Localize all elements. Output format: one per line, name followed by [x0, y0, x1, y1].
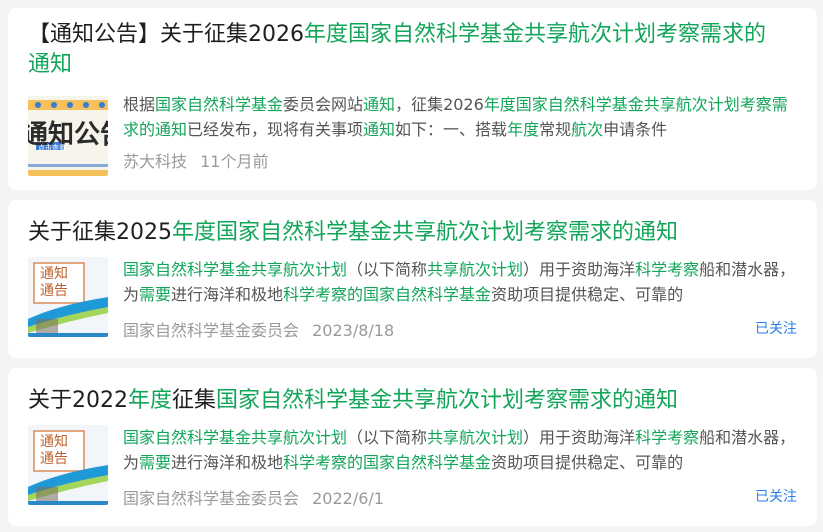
- highlight-text: 需要: [139, 453, 172, 472]
- result-time: 2023/8/18: [312, 321, 395, 340]
- text-segment: 资助项目提供稳定、可靠的: [491, 285, 684, 304]
- text-segment: 征集: [172, 388, 217, 413]
- text-segment: 资助项目提供稳定、可靠的: [491, 453, 684, 472]
- result-time: 11个月前: [200, 152, 269, 171]
- highlight-text: 科学考察的国家自然科学基金: [283, 285, 492, 304]
- highlight-text: 通知: [363, 95, 396, 114]
- result-card-3[interactable]: 关于2022年度征集国家自然科学基金共享航次计划考察需求的通知 通知通告 国家自…: [8, 368, 817, 526]
- result-card-2[interactable]: 关于征集2025年度国家自然科学基金共享航次计划考察需求的通知 通知通告 国家自…: [8, 200, 817, 358]
- text-segment: （以下简称: [347, 260, 428, 279]
- result-title[interactable]: 【通知公告】关于征集2026年度国家自然科学基金共享航次计划考察需求的通知: [28, 20, 787, 80]
- highlight-text: 需要: [139, 285, 172, 304]
- text-segment: 进行海洋和极地: [171, 285, 284, 304]
- highlight-text: 科学考察: [635, 428, 700, 447]
- highlight-text: 国家自然科学基金共享航次计划: [123, 260, 348, 279]
- highlight-text: 通知: [363, 120, 396, 139]
- text-segment: 关于2022: [28, 388, 128, 413]
- highlight-text: 年度: [507, 120, 540, 139]
- highlight-text: 国家自然科学基金: [155, 95, 284, 114]
- follow-button[interactable]: 已关注: [755, 318, 797, 338]
- result-source[interactable]: 国家自然科学基金委员会: [123, 321, 299, 340]
- highlight-text: 国家自然科学基金共享航次计划: [123, 428, 348, 447]
- text-segment: 已经发布，现将有关事项: [187, 120, 364, 139]
- highlight-text: 共享航次计划: [427, 428, 524, 447]
- result-time: 2022/6/1: [312, 489, 384, 508]
- thumbnail-text: 通知通告: [40, 434, 68, 467]
- text-segment: ）用于资助海洋: [523, 428, 636, 447]
- result-title[interactable]: 关于2022年度征集国家自然科学基金共享航次计划考察需求的通知: [28, 386, 787, 416]
- result-snippet: 国家自然科学基金共享航次计划（以下简称共享航次计划）用于资助海洋科学考察船和潜水…: [123, 257, 798, 307]
- result-snippet: 根据国家自然科学基金委员会网站通知，征集2026年度国家自然科学基金共享航次计划…: [123, 92, 798, 142]
- result-title[interactable]: 关于征集2025年度国家自然科学基金共享航次计划考察需求的通知: [28, 218, 787, 248]
- highlight-text: 年度国家自然科学基金共享航次计划考察需求的通知: [172, 220, 679, 245]
- text-segment: 根据: [123, 95, 156, 114]
- highlight-text: 年度: [128, 388, 173, 413]
- highlight-text: 共享航次计划: [427, 260, 524, 279]
- text-segment: 进行海洋和极地: [171, 453, 284, 472]
- text-segment: 关于征集2025: [28, 220, 172, 245]
- result-meta: 苏大科技 11个月前: [123, 148, 268, 172]
- result-snippet: 国家自然科学基金共享航次计划（以下简称共享航次计划）用于资助海洋科学考察船和潜水…: [123, 425, 798, 475]
- thumbnail-image[interactable]: 通知公告 点击查看: [28, 96, 108, 176]
- result-source[interactable]: 国家自然科学基金委员会: [123, 489, 299, 508]
- result-meta: 国家自然科学基金委员会 2023/8/18: [123, 317, 394, 341]
- thumbnail-image[interactable]: 通知通告: [28, 425, 108, 505]
- result-source[interactable]: 苏大科技: [123, 152, 187, 171]
- follow-button[interactable]: 已关注: [755, 486, 797, 506]
- thumbnail-badge: 点击查看: [38, 144, 66, 152]
- highlight-text: 科学考察的国家自然科学基金: [283, 453, 492, 472]
- text-segment: 委员会网站: [283, 95, 364, 114]
- thumbnail-image[interactable]: 通知通告: [28, 257, 108, 337]
- text-segment: ）用于资助海洋: [523, 260, 636, 279]
- result-card-1[interactable]: 【通知公告】关于征集2026年度国家自然科学基金共享航次计划考察需求的通知 通知…: [8, 8, 817, 190]
- text-segment: 申请条件: [603, 120, 668, 139]
- text-segment: ，征集2026: [395, 95, 484, 114]
- text-segment: 常规: [539, 120, 572, 139]
- text-segment: 【通知公告】关于征集2026: [28, 22, 304, 47]
- thumbnail-text: 通知通告: [40, 266, 68, 299]
- text-segment: 如下：一、搭载: [395, 120, 508, 139]
- highlight-text: 航次: [571, 120, 604, 139]
- result-meta: 国家自然科学基金委员会 2022/6/1: [123, 485, 384, 509]
- highlight-text: 科学考察: [635, 260, 700, 279]
- highlight-text: 国家自然科学基金共享航次计划考察需求的通知: [216, 388, 679, 413]
- text-segment: （以下简称: [347, 428, 428, 447]
